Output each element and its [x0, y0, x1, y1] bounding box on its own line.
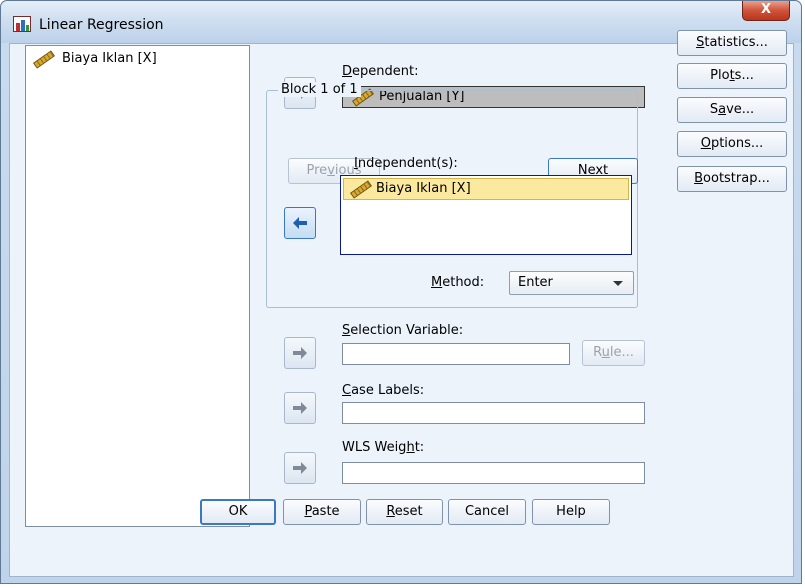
chevron-down-icon [613, 281, 623, 286]
wls-weight-field[interactable] [342, 462, 645, 484]
move-to-case-labels-button[interactable] [284, 392, 316, 424]
plots-button[interactable]: Plots... [677, 63, 787, 89]
reset-button[interactable]: Reset [366, 499, 443, 525]
rule-button[interactable]: Rule... [582, 340, 645, 366]
block-title: Block 1 of 1 [278, 82, 361, 97]
options-button[interactable]: Options... [677, 131, 787, 157]
help-button[interactable]: Help [532, 499, 610, 525]
variable-label: Biaya Iklan [X] [62, 51, 157, 66]
method-select[interactable]: Enter [509, 271, 634, 295]
variable-source-list[interactable]: Biaya Iklan [X] [25, 45, 250, 527]
case-labels-label: Case Labels: [342, 383, 425, 398]
scale-ruler-icon [349, 180, 373, 199]
selection-variable-label: Selection Variable: [342, 323, 464, 338]
save-button[interactable]: Save... [677, 97, 787, 123]
ok-button[interactable]: OK [200, 499, 276, 525]
move-to-wls-weight-button[interactable] [284, 452, 316, 484]
independent-value: Biaya Iklan [X] [376, 181, 471, 196]
spss-chart-icon [13, 16, 31, 32]
arrow-right-icon [293, 462, 307, 474]
bootstrap-button[interactable]: Bootstrap... [677, 166, 787, 192]
cancel-button[interactable]: Cancel [448, 499, 526, 525]
dependent-label: Dependent: [342, 64, 419, 79]
list-item[interactable]: Biaya Iklan [X] [30, 50, 157, 69]
linear-regression-dialog: Linear Regression X Biaya Iklan [X] Depe… [0, 0, 802, 584]
move-to-selection-variable-button[interactable] [284, 337, 316, 369]
method-value: Enter [518, 275, 553, 290]
move-to-independents-button[interactable] [284, 207, 316, 239]
case-labels-field[interactable] [342, 402, 645, 424]
selection-variable-field[interactable] [342, 343, 570, 365]
independents-heading: Independent(s): [354, 156, 458, 171]
list-item[interactable]: Biaya Iklan [X] [343, 178, 629, 200]
window-title: Linear Regression [39, 17, 164, 33]
arrow-right-icon [293, 347, 307, 359]
arrow-left-icon [293, 217, 307, 229]
wls-weight-label: WLS Weight: [342, 440, 425, 455]
close-button[interactable]: X [742, 1, 790, 21]
method-label: Method: [431, 275, 485, 290]
paste-button[interactable]: Paste [283, 499, 361, 525]
statistics-button[interactable]: Statistics... [677, 30, 787, 56]
scale-ruler-icon [32, 50, 56, 69]
arrow-right-icon [293, 402, 307, 414]
independents-list[interactable]: Biaya Iklan [X] [340, 175, 632, 255]
